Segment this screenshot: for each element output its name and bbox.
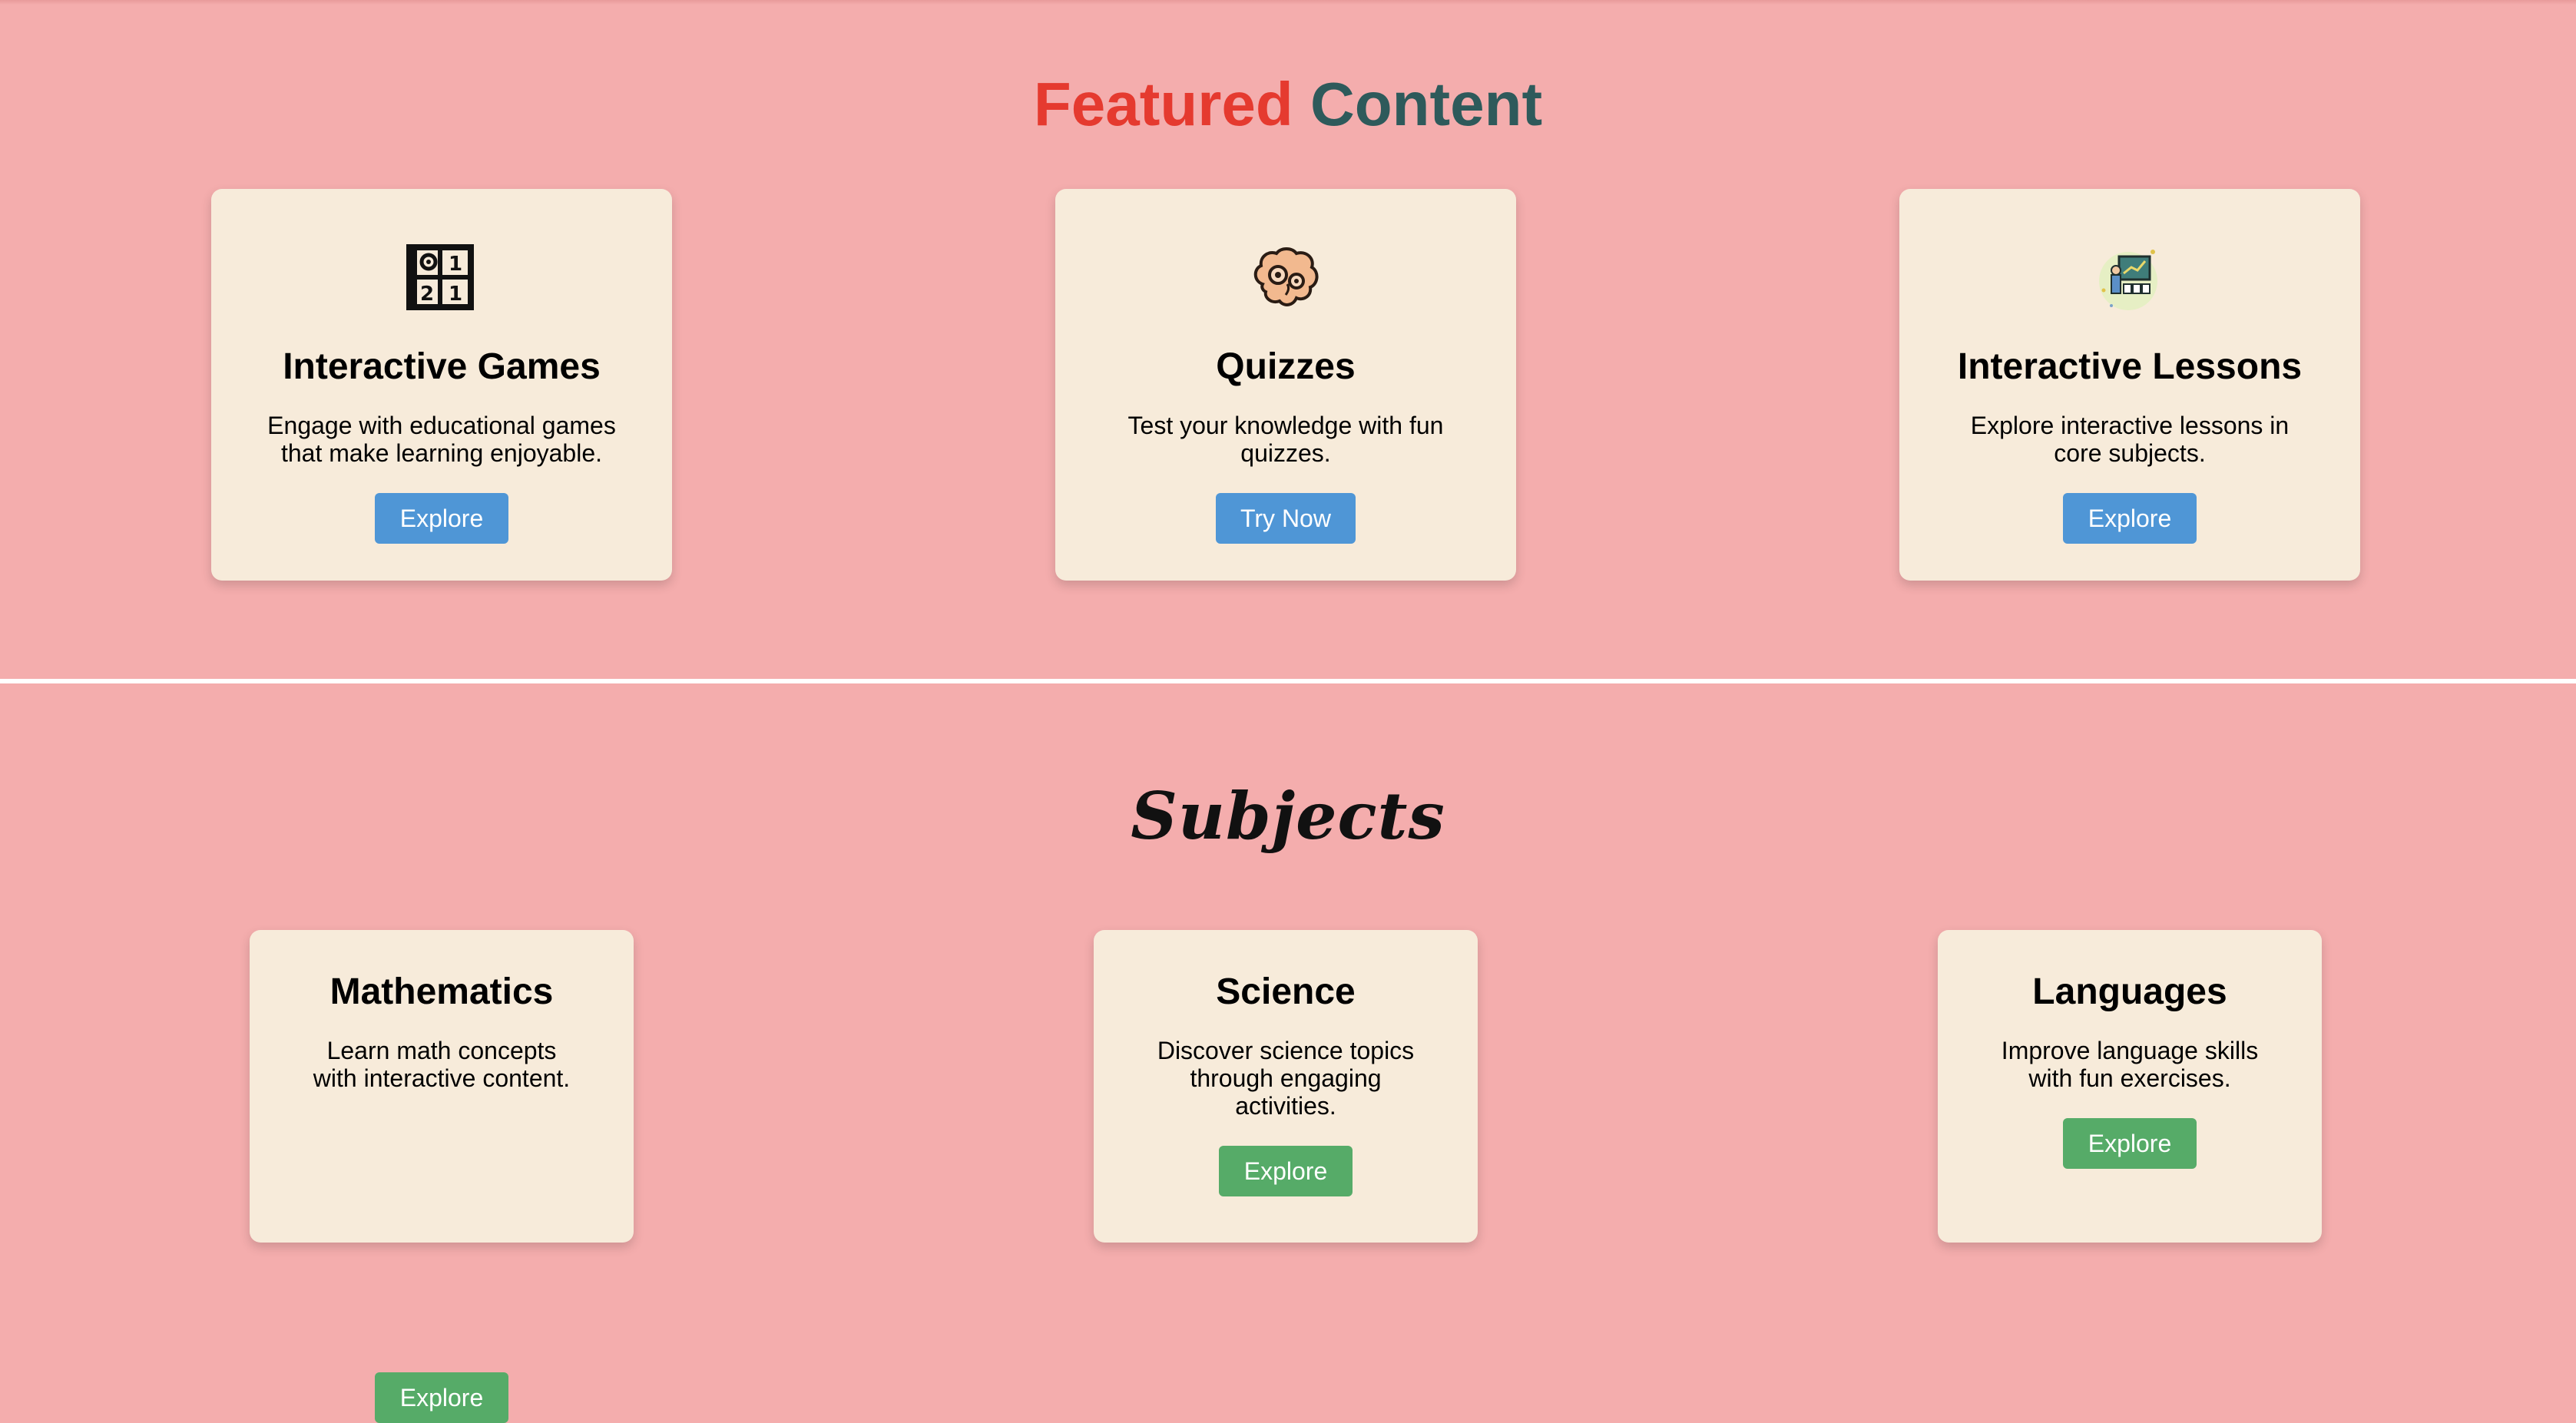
card-title: Interactive Lessons	[1957, 346, 2303, 387]
svg-text:1: 1	[449, 253, 462, 276]
subject-card-science: Science Discover science topics through …	[1094, 930, 1478, 1243]
subjects-section: Subjects Mathematics Learn math concepts…	[0, 685, 2576, 1423]
lesson-board-icon	[2093, 241, 2167, 315]
subject-card-languages: Languages Improve language skills with f…	[1938, 930, 2322, 1243]
featured-title: Featured Content	[0, 68, 2576, 141]
card-description: Engage with educational games that make …	[267, 412, 616, 467]
card-title: Mathematics	[329, 971, 554, 1012]
featured-card-lessons: Interactive Lessons Explore interactive …	[1899, 189, 2360, 581]
featured-card-games: 1 2 1 Interactive Games Engage with educ…	[211, 189, 672, 581]
try-now-quizzes-button[interactable]: Try Now	[1216, 493, 1356, 544]
card-description: Test your knowledge with fun quizzes.	[1127, 412, 1444, 467]
featured-card-quizzes: Quizzes Test your knowledge with fun qui…	[1055, 189, 1516, 581]
explore-languages-button[interactable]: Explore	[2063, 1118, 2197, 1169]
puzzle-grid-icon: 1 2 1	[405, 241, 478, 315]
card-description: Explore interactive lessons in core subj…	[1970, 412, 2290, 467]
svg-text:1: 1	[449, 283, 462, 306]
featured-content-section: Featured Content 1 2 1 Interactive Games…	[0, 0, 2576, 679]
featured-title-word2: Content	[1310, 70, 1543, 138]
explore-lessons-button[interactable]: Explore	[2063, 493, 2197, 544]
section-divider	[0, 679, 2576, 683]
brain-gears-icon	[1249, 241, 1323, 315]
card-description: Discover science topics through engaging…	[1157, 1037, 1415, 1120]
card-description: Learn math concepts with interactive con…	[313, 1037, 571, 1092]
subject-card-mathematics: Mathematics Learn math concepts with int…	[250, 930, 634, 1423]
card-title: Languages	[2032, 971, 2227, 1012]
card-title: Quizzes	[1216, 346, 1356, 387]
explore-science-button[interactable]: Explore	[1219, 1146, 1353, 1196]
subjects-title: Subjects	[1131, 778, 1445, 854]
svg-text:2: 2	[420, 283, 434, 306]
explore-mathematics-button[interactable]: Explore	[375, 1372, 508, 1423]
card-description: Improve language skills with fun exercis…	[2001, 1037, 2259, 1092]
card-title: Interactive Games	[283, 346, 601, 387]
card-title: Science	[1216, 971, 1356, 1012]
featured-title-word1: Featured	[1033, 70, 1293, 138]
explore-games-button[interactable]: Explore	[375, 493, 508, 544]
